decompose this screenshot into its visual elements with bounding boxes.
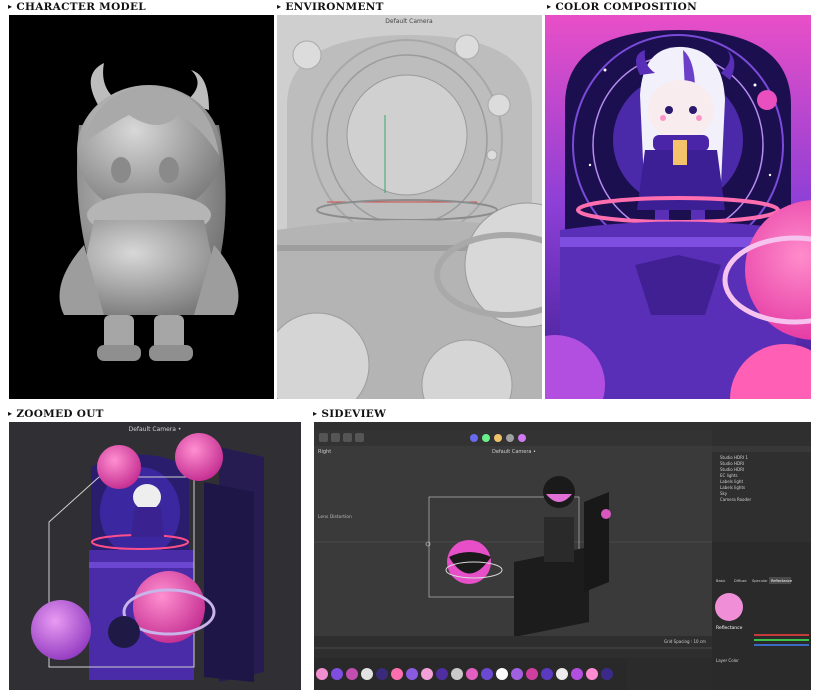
caption-text: CHARACTER MODEL — [16, 1, 146, 13]
object-item[interactable]: Camera Rooder — [720, 497, 751, 502]
object-item[interactable]: Studio HDRI — [720, 467, 744, 472]
caption-environment: ▸ ENVIRONMENT — [277, 1, 384, 13]
camera-label: Default Camera • — [129, 426, 182, 433]
right-viewport[interactable] — [314, 446, 712, 636]
object-item[interactable]: Labels lights — [720, 485, 745, 490]
camera-label: Default Camera • — [492, 449, 536, 455]
object-item[interactable]: EC lights — [720, 473, 738, 478]
triangle-bullet-icon: ▸ — [277, 1, 282, 11]
caption-color-composition: ▸ COLOR COMPOSITION — [547, 1, 697, 13]
environment-viewport[interactable]: Default Camera — [277, 15, 542, 399]
triangle-bullet-icon: ▸ — [8, 408, 13, 418]
camera-label: Default Camera — [385, 18, 433, 25]
attr-tab[interactable]: Basic — [716, 579, 726, 583]
lens-distortion-label: Lens Distortion — [318, 514, 352, 520]
caption-text: ZOOMED OUT — [16, 408, 104, 420]
caption-sideview: ▸ SIDEVIEW — [313, 408, 386, 420]
object-item[interactable]: Labels light — [720, 479, 743, 484]
caption-text: SIDEVIEW — [321, 408, 387, 420]
object-item[interactable]: Studio HDRI — [720, 461, 744, 466]
attr-section-title: Reflectance — [716, 625, 743, 631]
attr-tab-active[interactable]: Reflectance — [771, 579, 793, 583]
object-item[interactable]: Sky — [720, 491, 728, 496]
triangle-bullet-icon: ▸ — [547, 1, 552, 11]
caption-text: COLOR COMPOSITION — [555, 1, 697, 13]
character-model-render — [9, 15, 274, 399]
caption-zoomed-out: ▸ ZOOMED OUT — [8, 408, 104, 420]
zoomed-out-viewport[interactable]: Default Camera • — [9, 422, 301, 690]
attr-tab[interactable]: Diffuse — [734, 579, 747, 583]
triangle-bullet-icon: ▸ — [8, 1, 13, 11]
viewport-name: Right — [318, 449, 331, 455]
caption-text: ENVIRONMENT — [285, 1, 384, 13]
layer-color-label: Layer Color — [716, 658, 739, 663]
color-composition-render — [545, 15, 811, 399]
triangle-bullet-icon: ▸ — [313, 408, 318, 418]
c4d-sideview-app: Right Default Camera • Lens Distortion G… — [314, 422, 811, 690]
object-item[interactable]: Studio HDRI 1 — [720, 455, 748, 460]
material-preview — [715, 593, 743, 621]
caption-character-model: ▸ CHARACTER MODEL — [8, 1, 146, 13]
attr-tab[interactable]: Specular — [752, 579, 768, 583]
grid-spacing-readout: Grid Spacing : 10 cm — [664, 639, 706, 644]
